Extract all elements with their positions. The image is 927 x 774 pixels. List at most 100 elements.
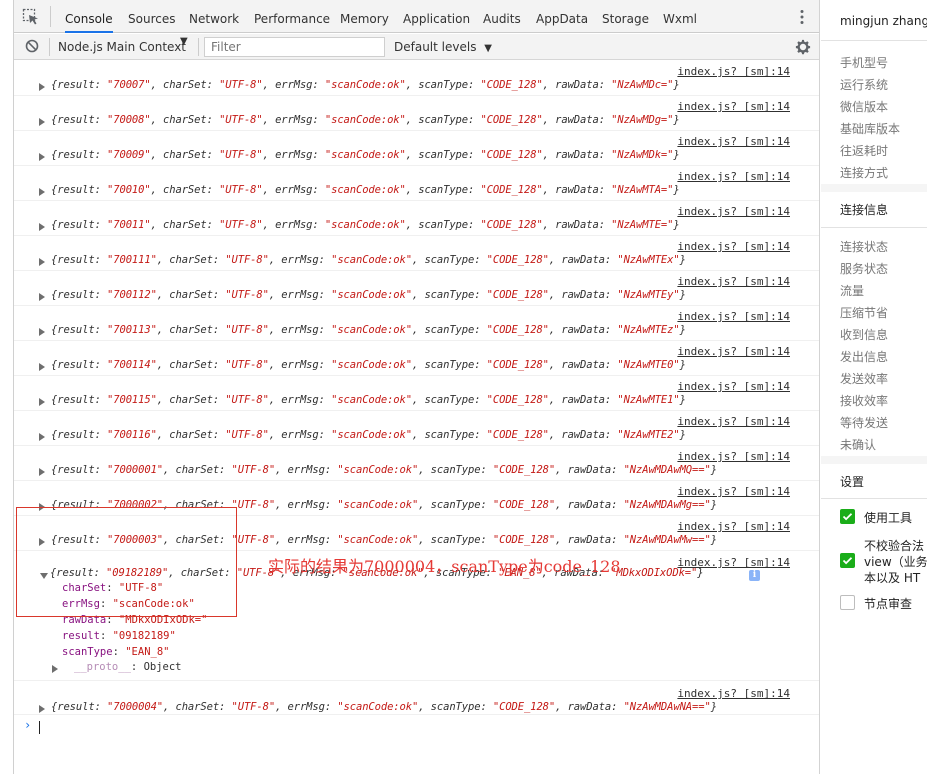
source-link[interactable]: index.js? [sm]:14 [677, 100, 790, 113]
source-link[interactable]: index.js? [sm]:14 [677, 415, 790, 428]
source-link[interactable]: index.js? [sm]:14 [677, 310, 790, 323]
object-preview[interactable]: {result: "70011", charSet: "UTF-8", errM… [51, 219, 680, 231]
clear-console-icon[interactable] [25, 39, 39, 53]
value-scantype: "CODE_128" [486, 359, 549, 371]
tab-network[interactable]: Network [189, 0, 239, 33]
expand-triangle-icon[interactable] [39, 223, 45, 231]
value-charset: "UTF-8" [219, 219, 263, 231]
key-scantype: scanType [424, 289, 475, 301]
key-rawdata: rawData [561, 254, 605, 266]
more-vertical-icon[interactable] [799, 9, 805, 25]
skip-validation-checkbox[interactable] [840, 553, 855, 568]
value-charset: "UTF-8" [225, 429, 269, 441]
tab-memory[interactable]: Memory [340, 0, 389, 33]
remote-debug-side-panel: mingjun zhang 手机型号 运行系统 微信版本 基础库版本 往返耗时 连接方式 … [819, 0, 927, 774]
use-tools-checkbox[interactable] [840, 509, 855, 524]
expand-triangle-icon[interactable] [39, 118, 45, 126]
key-errmsg: errMsg [281, 289, 319, 301]
settings-gear-icon[interactable] [794, 38, 812, 56]
expand-triangle-icon[interactable] [39, 83, 45, 91]
object-preview[interactable]: {result: "7000004", charSet: "UTF-8", er… [51, 701, 717, 713]
object-preview[interactable]: {result: "700114", charSet: "UTF-8", err… [51, 359, 686, 371]
object-preview[interactable]: {result: "7000001", charSet: "UTF-8", er… [51, 464, 717, 476]
expand-triangle-icon[interactable] [39, 188, 45, 196]
expand-triangle-icon[interactable] [39, 293, 45, 301]
value-charset: "UTF-8" [231, 701, 276, 713]
tab-performance[interactable]: Performance [254, 0, 330, 33]
object-preview[interactable]: {result: "700112", charSet: "UTF-8", err… [51, 289, 686, 301]
value-charset: "UTF-8" [231, 534, 276, 546]
tab-appdata[interactable]: AppData [536, 0, 588, 33]
context-selector[interactable]: Node.js Main Context [58, 34, 186, 60]
tab-console[interactable]: Console [65, 0, 113, 33]
tab-storage[interactable]: Storage [602, 0, 649, 33]
value-scantype: "CODE_128" [492, 464, 556, 476]
expand-triangle-icon[interactable] [39, 398, 45, 406]
expand-triangle-icon[interactable] [39, 328, 45, 336]
expand-triangle-icon[interactable] [39, 705, 45, 713]
object-preview[interactable]: {result: "700116", charSet: "UTF-8", err… [51, 429, 686, 441]
key-result: result [57, 394, 95, 406]
object-preview[interactable]: {result: "700111", charSet: "UTF-8", err… [51, 254, 686, 266]
node-inspect-checkbox[interactable] [840, 595, 855, 610]
log-levels-selector[interactable]: Default levels ▼ [394, 34, 492, 60]
tab-sources[interactable]: Sources [128, 0, 175, 33]
expand-triangle-icon[interactable] [39, 433, 45, 441]
source-link[interactable]: index.js? [sm]:14 [677, 275, 790, 288]
value-result: "70010" [107, 184, 151, 196]
object-preview[interactable]: {result: "70010", charSet: "UTF-8", errM… [51, 184, 680, 196]
expand-triangle-icon[interactable] [39, 363, 45, 371]
proto-value: Object [143, 661, 182, 673]
value-rawdata: "NzAwMDAwMg==" [623, 499, 711, 511]
value-scantype: "CODE_128" [486, 254, 549, 266]
key-charset: charSet [169, 254, 213, 266]
source-link[interactable]: index.js? [sm]:14 [677, 135, 790, 148]
key-scantype: scanType [418, 219, 468, 231]
source-link[interactable]: index.js? [sm]:14 [677, 687, 790, 700]
source-link[interactable]: index.js? [sm]:14 [677, 485, 790, 498]
value-result: "70009" [107, 149, 151, 161]
source-link[interactable]: index.js? [sm]:14 [677, 65, 790, 78]
source-link[interactable]: index.js? [sm]:14 [677, 205, 790, 218]
object-preview[interactable]: {result: "70009", charSet: "UTF-8", errM… [51, 149, 680, 161]
key-charset: charSet [169, 324, 213, 336]
tab-audits[interactable]: Audits [483, 0, 521, 33]
console-message: index.js? [sm]:14 {result: "700114", char… [14, 341, 819, 376]
expand-triangle-icon[interactable] [39, 153, 45, 161]
console-prompt[interactable]: › [14, 715, 819, 737]
key-errmsg: errMsg [275, 149, 313, 161]
text-caret [39, 721, 40, 734]
filter-input[interactable] [204, 37, 385, 57]
source-link[interactable]: index.js? [sm]:14 [677, 240, 790, 253]
value-charset: "UTF-8" [225, 289, 269, 301]
object-preview[interactable]: {result: "700115", charSet: "UTF-8", err… [51, 394, 686, 406]
source-link[interactable]: index.js? [sm]:14 [677, 450, 790, 463]
source-link[interactable]: index.js? [sm]:14 [677, 345, 790, 358]
value-scantype: "CODE_128" [486, 429, 549, 441]
skip-validation-label-line-1: 不校验合法 [864, 539, 925, 553]
device-info-item: 连接方式 [840, 166, 889, 180]
tab-application[interactable]: Application [403, 0, 470, 33]
key-result: result [57, 464, 95, 476]
value-result: "700115" [107, 394, 157, 406]
tab-wxml[interactable]: Wxml [663, 0, 697, 33]
tab-separator [50, 6, 51, 27]
proto-property[interactable]: __proto__: Object [74, 661, 182, 673]
source-link[interactable]: index.js? [sm]:14 [677, 170, 790, 183]
source-link[interactable]: index.js? [sm]:14 [677, 520, 790, 533]
check-icon [842, 557, 853, 565]
value-scantype: "CODE_128" [492, 499, 556, 511]
connection-header: 连接信息 [840, 203, 889, 217]
expand-triangle-icon[interactable] [52, 665, 58, 673]
info-icon[interactable]: i [749, 570, 760, 581]
object-preview[interactable]: {result: "70008", charSet: "UTF-8", errM… [51, 114, 680, 126]
object-preview[interactable]: {result: "700113", charSet: "UTF-8", err… [51, 324, 686, 336]
inspect-element-icon[interactable] [22, 8, 40, 26]
key-scantype: scanType [430, 464, 481, 476]
source-link[interactable]: index.js? [sm]:14 [677, 380, 790, 393]
value-scantype: "CODE_128" [486, 394, 549, 406]
expand-triangle-icon[interactable] [39, 258, 45, 266]
key-errmsg: errMsg [275, 184, 313, 196]
expand-triangle-icon[interactable] [39, 468, 45, 476]
object-preview[interactable]: {result: "70007", charSet: "UTF-8", errM… [51, 79, 680, 91]
